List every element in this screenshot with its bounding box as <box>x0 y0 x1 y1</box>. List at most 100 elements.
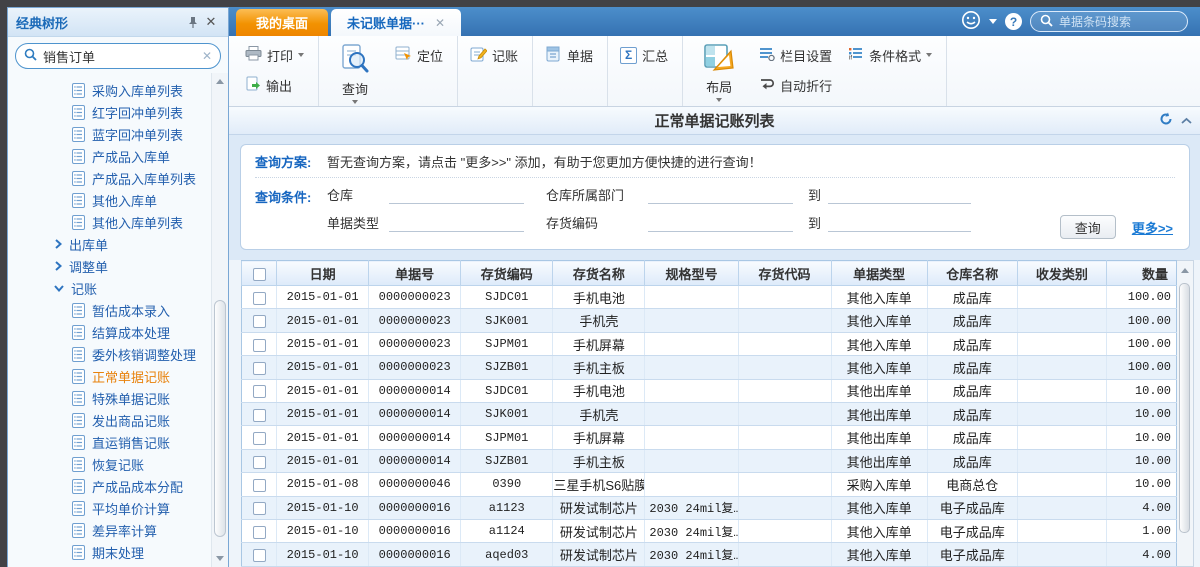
table-row[interactable]: 2015-01-100000000016a1124研发试制芯片2030 24mi… <box>242 520 1177 543</box>
row-checkbox[interactable] <box>253 479 266 492</box>
doc-type-input[interactable] <box>389 216 524 232</box>
column-header[interactable]: 存货名称 <box>553 261 645 286</box>
column-header[interactable]: 规格型号 <box>645 261 738 286</box>
to-input-2[interactable] <box>828 216 971 232</box>
sidebar-item[interactable]: 其他入库单列表 <box>8 211 211 233</box>
locate-button[interactable]: 定位 <box>391 42 447 68</box>
chevron-right-icon[interactable] <box>54 261 62 271</box>
table-row[interactable]: 2015-01-010000000023SJK001手机壳其他入库单成品库100… <box>242 309 1177 332</box>
row-checkbox[interactable] <box>253 549 266 562</box>
sidebar-item[interactable]: 产成品入库单 <box>8 145 211 167</box>
sidebar-item[interactable]: 蓝字回冲单列表 <box>8 123 211 145</box>
barcode-search-input[interactable] <box>1059 15 1169 29</box>
warehouse-input[interactable] <box>389 188 524 204</box>
table-scrollbar-thumb[interactable] <box>1179 283 1190 533</box>
sidebar-item[interactable]: 特殊单据记账 <box>8 387 211 409</box>
scroll-down-icon[interactable] <box>216 556 224 561</box>
collapse-panel-icon[interactable] <box>1181 113 1192 128</box>
row-checkbox[interactable] <box>253 292 266 305</box>
print-button[interactable]: 打印 <box>241 42 308 68</box>
column-header[interactable]: 收发类别 <box>1017 261 1106 286</box>
sidebar-item[interactable]: 直运销售记账 <box>8 431 211 453</box>
chevron-down-icon[interactable] <box>54 284 64 292</box>
row-checkbox[interactable] <box>253 385 266 398</box>
tab-my-desktop[interactable]: 我的桌面 <box>236 9 328 36</box>
sidebar-item[interactable]: 恢复记账 <box>8 453 211 475</box>
pin-icon[interactable] <box>184 13 202 31</box>
sidebar-group[interactable]: 出库单 <box>8 233 211 255</box>
user-menu-caret-icon[interactable] <box>989 19 997 24</box>
sidebar-item[interactable]: 暂估成本录入 <box>8 299 211 321</box>
summary-button[interactable]: Σ 汇总 <box>616 42 672 68</box>
row-checkbox[interactable] <box>253 315 266 328</box>
inventory-code-input[interactable] <box>648 216 793 232</box>
scroll-up-icon[interactable] <box>216 79 224 84</box>
scrollbar-thumb[interactable] <box>214 300 226 537</box>
user-smiley-icon[interactable] <box>961 10 981 33</box>
column-header[interactable]: 存货编码 <box>461 261 553 286</box>
sidebar-item[interactable]: 其他入库单 <box>8 189 211 211</box>
column-header[interactable]: 仓库名称 <box>927 261 1017 286</box>
sidebar-item[interactable]: 委外核销调整处理 <box>8 343 211 365</box>
more-link[interactable]: 更多>> <box>1132 218 1173 237</box>
help-icon[interactable]: ? <box>1005 13 1022 30</box>
table-row[interactable]: 2015-01-010000000023SJPM01手机屏幕其他入库单成品库10… <box>242 332 1177 355</box>
row-checkbox[interactable] <box>253 432 266 445</box>
column-header[interactable]: 存货代码 <box>738 261 831 286</box>
clear-search-icon[interactable]: ✕ <box>202 49 212 63</box>
sidebar-item[interactable]: 采购入库单列表 <box>8 79 211 101</box>
table-row[interactable]: 2015-01-010000000014SJPM01手机屏幕其他出库单成品库10… <box>242 426 1177 449</box>
export-button[interactable]: 输出 <box>241 72 308 98</box>
row-checkbox[interactable] <box>253 409 266 422</box>
tab-unposted-docs[interactable]: 未记账单据··· ✕ <box>331 9 461 36</box>
table-row[interactable]: 2015-01-010000000023SJZB01手机主板其他入库单成品库10… <box>242 356 1177 379</box>
sidebar-item[interactable]: 产成品成本分配 <box>8 475 211 497</box>
sidebar-item[interactable]: 平均单价计算 <box>8 497 211 519</box>
row-checkbox[interactable] <box>253 339 266 352</box>
row-checkbox[interactable] <box>253 362 266 375</box>
sidebar-group[interactable]: 调整单 <box>8 255 211 277</box>
sidebar-search-box[interactable]: ✕ <box>15 43 221 69</box>
table-row[interactable]: 2015-01-010000000014SJDC01手机电池其他出库单成品库10… <box>242 379 1177 402</box>
row-checkbox[interactable] <box>253 456 266 469</box>
sidebar-group[interactable]: 记账 <box>8 277 211 299</box>
column-header[interactable]: 单据类型 <box>831 261 927 286</box>
sidebar-item[interactable]: 结算成本处理 <box>8 321 211 343</box>
auto-wrap-button[interactable]: 自动折行 <box>755 72 836 98</box>
column-header[interactable]: 数量 <box>1106 261 1176 286</box>
column-header[interactable]: 单据号 <box>369 261 461 286</box>
post-button[interactable]: 记账 <box>466 42 522 68</box>
document-button[interactable]: 单据 <box>541 42 597 68</box>
table-row[interactable]: 2015-01-010000000014SJK001手机壳其他出库单成品库10.… <box>242 403 1177 426</box>
row-checkbox[interactable] <box>253 502 266 515</box>
table-row[interactable]: 2015-01-0800000000460390三星手机S6贴膜采购入库单电商总… <box>242 473 1177 496</box>
sidebar-item[interactable]: 正常单据记账 <box>8 365 211 387</box>
chevron-right-icon[interactable] <box>54 239 62 249</box>
sidebar-scrollbar[interactable] <box>211 73 228 567</box>
query-submit-button[interactable]: 查询 <box>1060 215 1116 239</box>
column-header[interactable]: 日期 <box>277 261 369 286</box>
query-button[interactable]: 查询 <box>327 42 383 102</box>
select-all-checkbox[interactable] <box>253 268 266 281</box>
table-row[interactable]: 2015-01-100000000016a1123研发试制芯片2030 24mi… <box>242 496 1177 519</box>
layout-button[interactable]: 布局 <box>691 42 747 102</box>
to-input-1[interactable] <box>828 188 971 204</box>
warehouse-dept-input[interactable] <box>648 188 793 204</box>
sidebar-item[interactable]: 红字回冲单列表 <box>8 101 211 123</box>
sidebar-item[interactable]: 产成品入库单列表 <box>8 167 211 189</box>
close-icon[interactable]: ✕ <box>202 13 220 31</box>
table-row[interactable]: 2015-01-010000000014SJZB01手机主板其他出库单成品库10… <box>242 449 1177 472</box>
sidebar-item[interactable]: 发出商品记账 <box>8 409 211 431</box>
sidebar-item[interactable]: 期末处理 <box>8 541 211 563</box>
table-row[interactable]: 2015-01-010000000023SJDC01手机电池其他入库单成品库10… <box>242 286 1177 309</box>
tab-close-icon[interactable]: ✕ <box>435 16 445 30</box>
table-scroll-up-icon[interactable] <box>1181 268 1189 273</box>
table-scrollbar[interactable] <box>1177 260 1194 567</box>
sidebar-search-input[interactable] <box>43 49 196 64</box>
row-checkbox[interactable] <box>253 526 266 539</box>
conditional-format-button[interactable]: if 条件格式 <box>844 42 936 68</box>
refresh-icon[interactable] <box>1159 112 1173 129</box>
table-row[interactable]: 2015-01-100000000016aqed03研发试制芯片2030 24m… <box>242 543 1177 567</box>
barcode-search-box[interactable] <box>1030 11 1188 32</box>
column-settings-button[interactable]: 栏目设置 <box>755 42 836 68</box>
